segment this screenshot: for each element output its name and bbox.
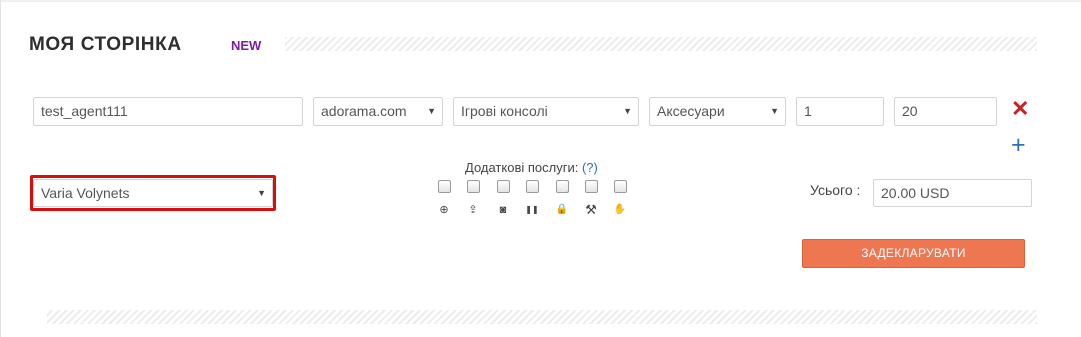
hand-icon: ✋ [613, 204, 627, 215]
left-border [0, 0, 1, 337]
pause-icon: ❚❚ [525, 205, 539, 214]
bottom-divider [47, 310, 1037, 324]
username-input[interactable]: test_agent111 [33, 97, 303, 126]
subcategory-value: Аксесуари [657, 103, 725, 119]
tools-icon: ⚒ [585, 202, 597, 217]
close-icon[interactable]: ✕ [1011, 96, 1029, 122]
service-checkbox-5[interactable] [556, 180, 569, 193]
service-checkbox-1[interactable] [438, 180, 451, 193]
new-badge: NEW [231, 38, 262, 53]
chevron-down-icon: ▼ [623, 106, 632, 116]
declare-button[interactable]: ЗАДЕКЛАРУВАТИ [802, 239, 1025, 268]
chevron-down-icon: ▼ [257, 188, 266, 198]
username-value: test_agent111 [41, 103, 128, 119]
plus-icon[interactable]: + [1011, 132, 1026, 158]
price-value: 20 [902, 103, 918, 119]
services-label: Додаткові послуги: (?) [465, 160, 598, 175]
category-select[interactable]: Ігрові консолі ▼ [453, 97, 639, 126]
screen-upload-icon: ⇪ [468, 204, 478, 216]
service-checkbox-4[interactable] [526, 180, 539, 193]
lock-icon: 🔒 [555, 204, 569, 215]
service-checkbox-3[interactable] [497, 180, 510, 193]
recipient-select[interactable]: Varia Volynets ▼ [33, 179, 273, 207]
top-border [0, 0, 1081, 2]
subcategory-select[interactable]: Аксесуари ▼ [649, 97, 786, 126]
chevron-down-icon: ▼ [427, 106, 436, 116]
lifebuoy-icon: ⊕ [439, 204, 449, 216]
page-title: МОЯ СТОРІНКА [29, 34, 182, 55]
service-checkbox-6[interactable] [585, 180, 598, 193]
title-divider [285, 37, 1037, 51]
store-select[interactable]: adorama.com ▼ [313, 97, 443, 126]
services-label-text: Додаткові послуги: [465, 160, 579, 175]
total-label: Усього : [810, 182, 861, 198]
quantity-input[interactable]: 1 [796, 97, 884, 126]
chevron-down-icon: ▼ [770, 106, 779, 116]
total-field: 20.00 USD [873, 179, 1032, 207]
price-input[interactable]: 20 [894, 97, 997, 126]
service-checkbox-7[interactable] [614, 180, 627, 193]
category-value: Ігрові консолі [461, 103, 548, 119]
store-value: adorama.com [321, 103, 407, 119]
recipient-value: Varia Volynets [41, 185, 130, 201]
services-help-link[interactable]: (?) [582, 160, 598, 175]
total-value: 20.00 USD [881, 185, 950, 201]
camera-icon: ◙ [499, 204, 507, 216]
quantity-value: 1 [804, 103, 812, 119]
service-checkbox-2[interactable] [467, 180, 480, 193]
